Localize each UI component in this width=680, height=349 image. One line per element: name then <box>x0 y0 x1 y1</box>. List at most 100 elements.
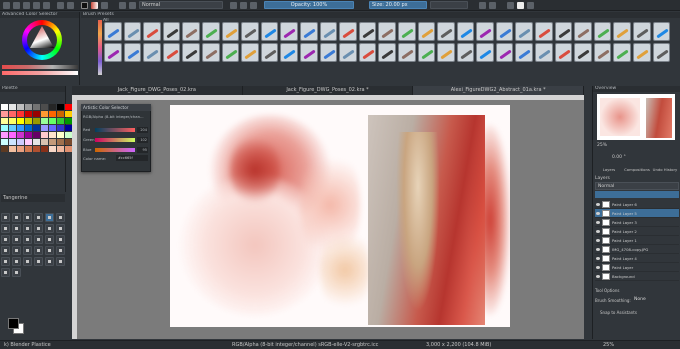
palette-swatch[interactable] <box>41 104 48 110</box>
palette-swatch[interactable] <box>17 146 24 152</box>
smart-patch-tool-icon[interactable] <box>12 246 21 255</box>
layer-row[interactable]: Paint Layer 5 <box>595 209 679 218</box>
layer-row[interactable]: Paint Layer 2 <box>595 227 679 236</box>
palette-swatch[interactable] <box>9 104 16 110</box>
contiguous-select-tool-icon[interactable] <box>45 257 54 266</box>
brush-preset-tile[interactable] <box>221 43 240 62</box>
brush-preset-tile[interactable] <box>476 43 494 62</box>
brush-preset-tile[interactable] <box>280 43 298 62</box>
zoom-tool-icon[interactable] <box>1 268 10 277</box>
common-colors-strip[interactable] <box>2 71 78 75</box>
brush-preset-tile[interactable] <box>574 43 592 62</box>
redo-icon[interactable] <box>43 1 50 9</box>
palette-swatch[interactable] <box>33 132 40 138</box>
palette-swatch[interactable] <box>49 118 56 124</box>
mirror-horizontal-icon[interactable] <box>479 1 486 9</box>
palette-swatch[interactable] <box>25 146 32 152</box>
brush-preset-tile[interactable] <box>535 22 553 41</box>
palette-swatch[interactable] <box>9 118 16 124</box>
palette-swatch[interactable] <box>25 125 32 131</box>
text-tool-icon[interactable] <box>12 213 21 222</box>
palette-swatch[interactable] <box>9 111 16 117</box>
rectangle-tool-icon[interactable] <box>1 224 10 233</box>
brush-preset-tile[interactable] <box>143 22 161 41</box>
foreground-color[interactable] <box>8 318 19 329</box>
brush-preset-tile[interactable] <box>378 43 396 62</box>
palette-swatch[interactable] <box>17 104 24 110</box>
brush-preset-tile[interactable] <box>574 22 592 41</box>
blue-value[interactable]: 95 <box>137 147 148 153</box>
palette-swatch[interactable] <box>9 132 16 138</box>
palette-swatch[interactable] <box>57 132 64 138</box>
visibility-eye-icon[interactable] <box>596 229 600 233</box>
brush-preset-tile[interactable] <box>652 43 671 62</box>
brush-preset-tile[interactable] <box>633 43 651 62</box>
window-close-icon[interactable] <box>527 1 534 9</box>
color-sampler-tool-icon[interactable] <box>1 246 10 255</box>
select-shapes-tool-icon[interactable] <box>1 213 10 222</box>
size-slider[interactable]: Size: 20.00 px <box>369 1 427 9</box>
palette-swatch[interactable] <box>25 132 32 138</box>
brush-preset-tile[interactable] <box>123 43 142 62</box>
layer-blend-mode-select[interactable]: Normal <box>595 182 679 190</box>
palette-swatch[interactable] <box>17 139 24 145</box>
polygon-select-tool-icon[interactable] <box>23 257 32 266</box>
bezier-tool-icon[interactable] <box>45 224 54 233</box>
palette-swatch[interactable] <box>25 139 32 145</box>
layer-row[interactable]: Paint Layer 3 <box>595 218 679 227</box>
palette-swatch[interactable] <box>65 104 72 110</box>
palette-swatch[interactable] <box>41 139 48 145</box>
status-zoom[interactable]: 25% <box>603 341 614 349</box>
palette-swatch[interactable] <box>1 125 8 131</box>
brush-preset-tile[interactable] <box>613 22 632 41</box>
transform-tool-icon[interactable] <box>23 235 32 244</box>
polygon-tool-icon[interactable] <box>23 224 32 233</box>
eraser-mode-icon[interactable] <box>230 1 237 9</box>
freehand-brush-tool-icon[interactable] <box>45 213 54 222</box>
brush-preset-tile[interactable] <box>182 22 200 41</box>
pattern-swatch[interactable] <box>101 1 108 9</box>
palette-swatch[interactable] <box>57 104 64 110</box>
mirror-vertical-icon[interactable] <box>489 1 496 9</box>
visibility-eye-icon[interactable] <box>596 265 600 269</box>
red-slider[interactable] <box>95 128 135 132</box>
document-tab-active[interactable]: Alexi_FigureDWG2_Abstract_01a.kra * <box>413 86 585 95</box>
brush-preset-tile[interactable] <box>143 43 161 62</box>
document-tab[interactable]: Jack_Figure_DWG_Poses_02.kra <box>72 86 243 95</box>
overview-rotation[interactable]: 0.00 ° <box>612 155 626 160</box>
visibility-eye-icon[interactable] <box>596 274 600 278</box>
artistic-color-selector-title[interactable]: Artistic Color Selector <box>81 104 151 111</box>
brush-preset-tile[interactable] <box>339 43 357 62</box>
brush-preset-tile[interactable] <box>201 22 220 41</box>
brush-preset-tile[interactable] <box>339 22 357 41</box>
brush-preset-tile[interactable] <box>456 43 475 62</box>
brush-preset-tile[interactable] <box>162 22 181 41</box>
palette-swatch[interactable] <box>41 111 48 117</box>
document-tab[interactable]: Jack_Figure_DWG_Poses_02.kra * <box>243 86 414 95</box>
fill-tool-icon[interactable] <box>23 246 32 255</box>
red-value[interactable]: 204 <box>137 127 148 133</box>
similar-select-tool-icon[interactable] <box>56 257 65 266</box>
palette-swatch[interactable] <box>41 125 48 131</box>
palette-swatch[interactable] <box>33 111 40 117</box>
brush-preset-tile[interactable] <box>104 43 122 62</box>
brush-preset-tile[interactable] <box>613 43 632 62</box>
green-slider[interactable] <box>95 138 135 142</box>
layer-row[interactable]: Paint Layer 1 <box>595 236 679 245</box>
palette-swatch[interactable] <box>57 125 64 131</box>
brush-preset-tile[interactable] <box>260 22 279 41</box>
palette-swatch[interactable] <box>57 111 64 117</box>
line-tool-icon[interactable] <box>56 213 65 222</box>
brush-preset-tile[interactable] <box>554 22 573 41</box>
dynamic-brush-tool-icon[interactable] <box>1 235 10 244</box>
visibility-eye-icon[interactable] <box>596 247 600 251</box>
brush-preset-tile[interactable] <box>437 22 455 41</box>
size-slider-track[interactable] <box>430 1 468 9</box>
tab-layers[interactable]: Layers <box>595 166 623 174</box>
preserve-alpha-icon[interactable] <box>250 1 257 9</box>
brush-preset-tile[interactable] <box>476 22 494 41</box>
palette-swatch[interactable] <box>33 104 40 110</box>
brush-preset-tile[interactable] <box>515 22 534 41</box>
palette-swatch[interactable] <box>49 132 56 138</box>
layer-opacity-slider[interactable] <box>595 191 679 198</box>
